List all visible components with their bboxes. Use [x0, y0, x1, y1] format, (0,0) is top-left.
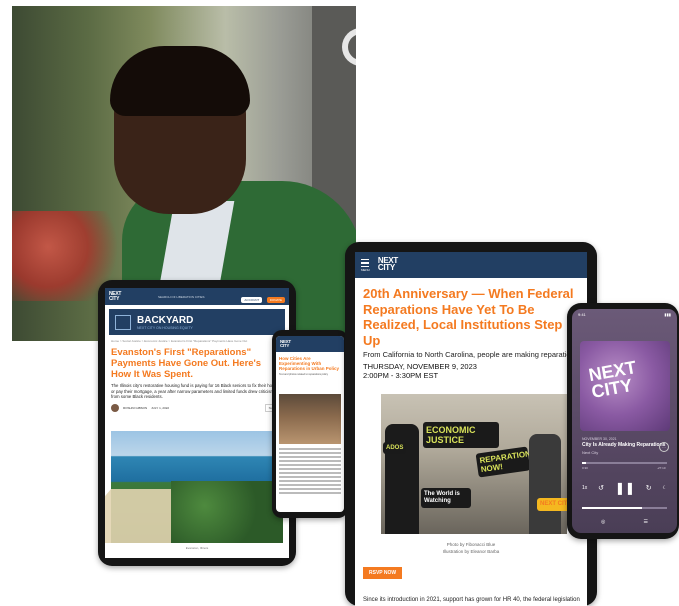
protester-right	[529, 434, 561, 534]
tree-canopy	[171, 481, 283, 543]
protester	[385, 424, 419, 534]
sign-world-watching: The World is Watching	[421, 488, 471, 508]
image-caption: Evanston, Illinois	[185, 546, 209, 550]
menu-button[interactable]: MENU	[361, 258, 370, 272]
street-photo	[279, 394, 341, 444]
pause-icon[interactable]: ❚❚	[615, 481, 635, 495]
sign-economic-justice: ECONOMIC JUSTICE	[423, 422, 499, 448]
phone-article-headline[interactable]: How Cities Are Experimenting With Repara…	[279, 356, 341, 371]
elapsed-time: 0:30	[582, 466, 588, 470]
protest-photo: ADOS ECONOMIC JUSTICE REPARATIONS NOW! T…	[381, 394, 567, 534]
volume-slider[interactable]	[582, 507, 667, 509]
article-lede: The Illinois city's restorative housing …	[111, 383, 281, 400]
photo-credit: Photo by Fibonacci Blue	[446, 542, 496, 547]
phone-middle-navbar: NEXT CITY	[276, 336, 344, 352]
section-subtitle: NEXT CITY ON HOUSING EQUITY	[137, 325, 193, 330]
speed-button[interactable]: 1x	[582, 485, 587, 491]
status-bar: 9:41 ▮▮▮	[572, 309, 677, 320]
article-body-start: Since its introduction in 2021, support …	[363, 597, 580, 603]
event-headline: 20th Anniversary — When Federal Reparati…	[363, 286, 574, 348]
author-name[interactable]: ROSHNI GIBSON	[123, 406, 147, 410]
battery-icon: ▮▮▮	[664, 312, 671, 317]
podcast-player-screen: 9:41 ▮▮▮ NEXT CITY NOVEMBER 30, 2021 City…	[572, 309, 677, 533]
progress-bar[interactable]	[582, 462, 667, 464]
tablet-right: MENU NEXT CITY 20th Anniversary — When Fe…	[345, 242, 597, 606]
playback-controls: 1x ↺ ❚❚ ↻ ☾	[582, 481, 667, 495]
hamburger-icon	[361, 259, 370, 261]
byline: ROSHNI GIBSON JULY 1, 2022 SHARE	[111, 403, 283, 412]
remaining-time: -27:10	[657, 466, 666, 470]
bottom-icons: ◎ ☰	[582, 519, 667, 525]
tablet-right-screen: MENU NEXT CITY 20th Anniversary — When Fe…	[355, 252, 587, 606]
house-icon	[115, 314, 131, 330]
episode-title: City Is Already Making Reparations	[582, 442, 666, 448]
phone-right: 9:41 ▮▮▮ NEXT CITY NOVEMBER 30, 2021 City…	[567, 303, 679, 539]
phone-middle-screen: NEXT CITY How Cities Are Experimenting Wi…	[276, 336, 344, 512]
article-headline: Evanston's First "Reparations" Payments …	[111, 347, 262, 380]
phone-article-meta: Text and photos related to reparations p…	[279, 373, 329, 376]
airplay-icon[interactable]: ◎	[601, 519, 605, 525]
tablet-left-navbar: NEXT CITY SEARCH OF LIBERATION CITIES ACC…	[105, 288, 289, 305]
article-text-lines	[279, 448, 341, 496]
skip-forward-icon[interactable]: ↻	[646, 484, 652, 492]
tablet-right-navbar: MENU NEXT CITY	[355, 252, 587, 278]
top-nav-text[interactable]: SEARCH OF LIBERATION CITIES	[158, 295, 204, 299]
volume-fill	[582, 507, 642, 509]
next-city-logo[interactable]: NEXT CITY	[109, 292, 121, 301]
section-title: BACKYARD	[137, 314, 194, 326]
author-avatar	[111, 403, 119, 412]
episode-date: NOVEMBER 30, 2021	[582, 437, 617, 441]
donate-button[interactable]: DONATE	[266, 296, 285, 303]
next-city-logo[interactable]: NEXT CITY	[280, 339, 291, 348]
podcast-show-name[interactable]: Next City	[582, 450, 598, 455]
queue-icon[interactable]: ☰	[643, 519, 647, 525]
aerial-photo	[105, 431, 283, 543]
sign-next-city: NEXT CIT	[537, 498, 567, 511]
portrait-hair	[110, 46, 250, 116]
illustration-credit: Illustration by Eleanor Barba	[442, 549, 500, 554]
next-city-logo[interactable]: NEXT CITY	[378, 257, 398, 272]
rsvp-button[interactable]: RSVP NOW	[363, 567, 403, 579]
backyard-banner[interactable]: BACKYARD NEXT CITY ON HOUSING EQUITY	[109, 309, 285, 335]
more-options-icon[interactable]: …	[659, 442, 669, 452]
sign-ados: ADOS	[383, 442, 407, 454]
account-button[interactable]: ACCOUNT	[241, 296, 263, 303]
clock: 9:41	[578, 312, 586, 317]
breadcrumb[interactable]: Home > Social Justice > Economic Justice…	[111, 339, 283, 343]
event-time: 2:00PM - 3:30PM EST	[363, 371, 439, 380]
sleep-timer-icon[interactable]: ☾	[663, 485, 667, 491]
phone-middle: NEXT CITY How Cities Are Experimenting Wi…	[272, 330, 348, 518]
tablet-left: NEXT CITY SEARCH OF LIBERATION CITIES ACC…	[98, 280, 296, 566]
tablet-left-screen: NEXT CITY SEARCH OF LIBERATION CITIES ACC…	[105, 288, 289, 558]
event-date: THURSDAY, NOVEMBER 9, 2023	[363, 362, 477, 371]
podcast-artwork: NEXT CITY	[580, 341, 670, 431]
sign-reparations-now: REPARATIONS NOW!	[475, 446, 537, 478]
event-subtitle: From California to North Carolina, peopl…	[363, 350, 587, 359]
menu-label: MENU	[361, 267, 370, 272]
article-date: JULY 1, 2022	[151, 405, 170, 410]
progress-fill	[582, 462, 587, 464]
skip-back-icon[interactable]: ↺	[598, 484, 604, 492]
